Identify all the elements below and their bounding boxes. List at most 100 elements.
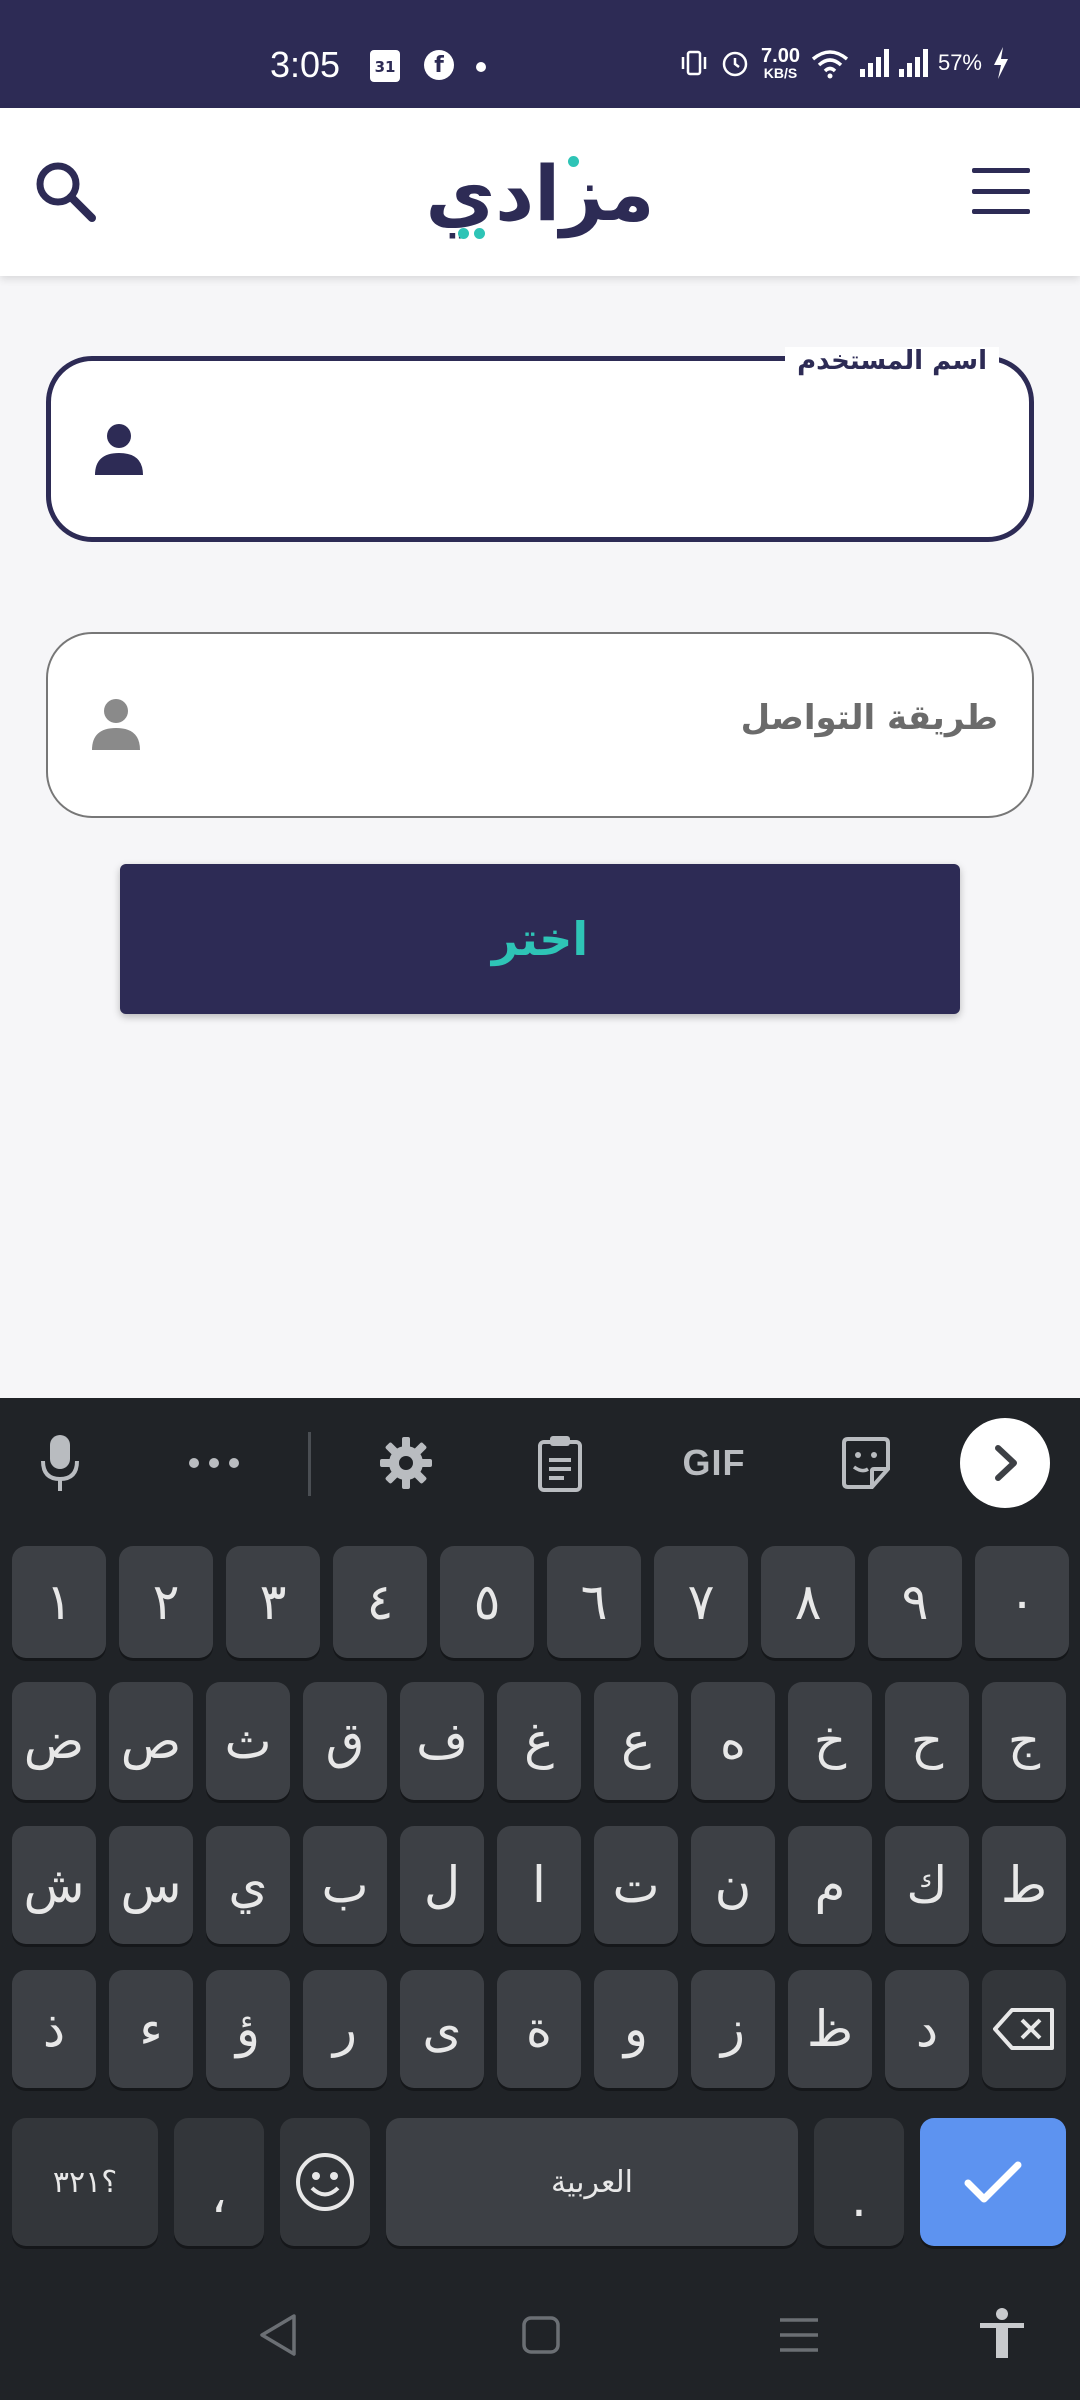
number-key[interactable]: ٣	[226, 1546, 320, 1658]
settings-button[interactable]	[366, 1428, 446, 1498]
letter-key[interactable]: ن	[691, 1826, 775, 1944]
back-icon[interactable]	[256, 2312, 300, 2358]
contact-method-field[interactable]: طريقة التواصل	[46, 632, 1034, 818]
facebook-icon: f	[424, 50, 454, 80]
comma-key[interactable]: ،	[174, 2118, 264, 2246]
microphone-button[interactable]	[22, 1428, 98, 1498]
letter-key[interactable]: ض	[12, 1682, 96, 1800]
signal-2-icon	[898, 49, 928, 77]
username-field[interactable]: اسم المستخدم	[46, 347, 1034, 542]
letter-key[interactable]: ش	[12, 1826, 96, 1944]
notification-dot-icon	[476, 62, 486, 72]
username-label: اسم المستخدم	[785, 347, 999, 375]
letter-key[interactable]: ل	[400, 1826, 484, 1944]
net-speed-value: 7.00	[761, 45, 800, 67]
home-icon[interactable]	[520, 2314, 562, 2356]
number-key[interactable]: ٦	[547, 1546, 641, 1658]
keyboard: GIF ١٢٣٤٥٦٧٨٩٠ ضصثقفغعهخحج شسيبلاتنمكط ذءؤر…	[0, 1398, 1080, 2400]
number-key[interactable]: ٤	[333, 1546, 427, 1658]
backspace-icon	[993, 2008, 1054, 2050]
letter-key[interactable]: س	[109, 1826, 193, 1944]
letter-key[interactable]: ى	[400, 1970, 484, 2088]
letter-key[interactable]: م	[788, 1826, 872, 1944]
wifi-icon	[811, 50, 849, 79]
battery-percent: 57%	[937, 50, 982, 75]
clipboard-icon	[538, 1436, 582, 1492]
alarm-icon	[722, 51, 748, 77]
contact-method-placeholder: طريقة التواصل	[740, 698, 998, 738]
number-key[interactable]: ٠	[975, 1546, 1069, 1658]
status-time: 3:05	[270, 44, 341, 85]
logo-dot-2	[458, 228, 469, 239]
letter-key[interactable]: ط	[982, 1826, 1066, 1944]
letter-key[interactable]: ء	[109, 1970, 193, 2088]
accessibility-icon[interactable]	[974, 2306, 1030, 2362]
symbols-key[interactable]: ؟٣٢١	[12, 2118, 158, 2246]
letter-key[interactable]: ة	[497, 1970, 581, 2088]
emoji-icon	[296, 2153, 354, 2211]
network-speed: 7.00 KB/S	[761, 46, 800, 80]
letter-key[interactable]: ه	[691, 1682, 775, 1800]
letter-key[interactable]: ف	[400, 1682, 484, 1800]
menu-button[interactable]	[972, 168, 1030, 214]
letter-key[interactable]: ص	[109, 1682, 193, 1800]
letter-key[interactable]: خ	[788, 1682, 872, 1800]
more-icon	[189, 1458, 239, 1468]
user-icon	[95, 424, 143, 475]
vibrate-icon	[681, 50, 707, 76]
navigation-bar	[0, 2264, 1080, 2400]
choose-button[interactable]: اختر	[120, 864, 960, 1014]
emoji-key[interactable]	[280, 2118, 370, 2246]
clipboard-button[interactable]	[520, 1428, 600, 1498]
logo-text: مزادي	[425, 149, 656, 238]
letter-key[interactable]: ؤ	[206, 1970, 290, 2088]
letter-key[interactable]: غ	[497, 1682, 581, 1800]
gif-button[interactable]: GIF	[664, 1428, 764, 1498]
letter-key[interactable]: ز	[691, 1970, 775, 2088]
letter-key[interactable]: ك	[885, 1826, 969, 1944]
microphone-icon	[41, 1435, 79, 1491]
backspace-key[interactable]	[982, 1970, 1066, 2088]
logo-dot-3	[474, 228, 485, 239]
period-key[interactable]: .	[814, 2118, 904, 2246]
letter-key[interactable]: ب	[303, 1826, 387, 1944]
menu-icon	[972, 168, 1030, 173]
letter-key[interactable]: ر	[303, 1970, 387, 2088]
signal-1-icon	[859, 49, 889, 77]
letter-key[interactable]: ي	[206, 1826, 290, 1944]
letter-key[interactable]: ح	[885, 1682, 969, 1800]
letter-key[interactable]: د	[885, 1970, 969, 2088]
letter-key[interactable]: ق	[303, 1682, 387, 1800]
more-button[interactable]	[176, 1428, 252, 1498]
charging-icon	[994, 47, 1008, 79]
number-key[interactable]: ٧	[654, 1546, 748, 1658]
letter-key[interactable]: ج	[982, 1682, 1066, 1800]
settings-icon	[380, 1437, 432, 1489]
app-logo: مزادي	[400, 148, 680, 240]
toolbar-expand-button[interactable]	[960, 1418, 1050, 1508]
calendar-icon: 31	[370, 50, 400, 82]
enter-key[interactable]	[920, 2118, 1066, 2246]
sticker-button[interactable]	[826, 1428, 906, 1498]
recents-icon[interactable]	[778, 2316, 820, 2354]
number-key[interactable]: ٥	[440, 1546, 534, 1658]
number-key[interactable]: ٩	[868, 1546, 962, 1658]
letter-key[interactable]: و	[594, 1970, 678, 2088]
number-key[interactable]: ١	[12, 1546, 106, 1658]
app-header: مزادي	[0, 108, 1080, 276]
user-icon	[92, 699, 140, 750]
keyboard-toolbar: GIF	[0, 1398, 1080, 1528]
logo-dot-1	[568, 156, 579, 167]
letter-key[interactable]: ذ	[12, 1970, 96, 2088]
letter-key[interactable]: ظ	[788, 1970, 872, 2088]
letter-key[interactable]: ع	[594, 1682, 678, 1800]
letter-key[interactable]: ت	[594, 1826, 678, 1944]
number-key[interactable]: ٢	[119, 1546, 213, 1658]
letter-key[interactable]: ا	[497, 1826, 581, 1944]
search-button[interactable]	[30, 156, 102, 228]
space-key[interactable]: العربية	[386, 2118, 798, 2246]
search-icon	[36, 162, 96, 222]
toolbar-divider	[308, 1432, 311, 1496]
letter-key[interactable]: ث	[206, 1682, 290, 1800]
number-key[interactable]: ٨	[761, 1546, 855, 1658]
